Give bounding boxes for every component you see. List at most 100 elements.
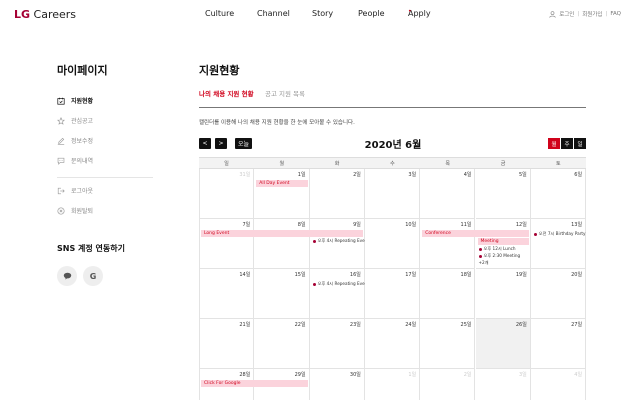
signup-link[interactable]: 회원가입 (582, 10, 602, 18)
calendar-day-cell[interactable]: 19일 (475, 269, 531, 319)
today-button[interactable]: 오늘 (235, 138, 252, 149)
calendar-day-cell[interactable]: 23일 (309, 319, 365, 369)
next-month-button[interactable]: > (215, 138, 227, 149)
view-day-button[interactable]: 일 (574, 138, 586, 149)
calendar-day-cell[interactable]: 31일 (199, 169, 255, 219)
day-number: 9일 (353, 222, 361, 228)
day-number: 2일 (463, 372, 472, 378)
day-number: 20일 (571, 272, 583, 278)
nav-story[interactable]: Story (312, 9, 333, 18)
calendar-day-cell[interactable]: 10일 (364, 219, 421, 269)
day-number: 14일 (239, 272, 251, 278)
calendar-day-cell[interactable]: 22일 (254, 319, 310, 369)
event-meeting[interactable]: Meeting (477, 238, 529, 245)
prev-month-button[interactable]: < (199, 138, 211, 149)
day-number: 1일 (297, 172, 306, 178)
calendar-day-cell[interactable]: 5일 (475, 169, 531, 219)
chat-bubble-icon (57, 157, 65, 165)
nav-people[interactable]: People (358, 9, 385, 18)
calendar-day-cell[interactable]: 4일 (420, 169, 476, 219)
day-number: 8일 (297, 222, 306, 228)
tab-job-list[interactable]: 공고 지원 목록 (265, 88, 305, 98)
event-long[interactable]: Long Event (201, 230, 363, 237)
calendar-day-cell[interactable]: 13일 (530, 219, 587, 269)
event-repeating[interactable]: 오후 4시 Repeating Eve (312, 281, 365, 287)
day-number: 16일 (349, 272, 361, 278)
day-number: 26일 (515, 322, 527, 328)
login-link[interactable]: 로그인 (559, 10, 574, 18)
day-number: 27일 (571, 322, 583, 328)
event-lunch[interactable]: 오후 12시 Lunch (478, 246, 516, 252)
day-number: 7일 (242, 222, 251, 228)
faq-link[interactable]: FAQ (610, 11, 621, 17)
sidebar-title: 마이페이지 (57, 64, 108, 77)
logout-icon (57, 187, 65, 194)
calendar-day-cell[interactable]: 11일 (420, 219, 476, 269)
day-number: 17일 (405, 272, 417, 278)
day-number: 19일 (515, 272, 527, 278)
nav-culture[interactable]: Culture (205, 9, 234, 18)
calendar-description: 캘린더를 이용해 나의 채용 지원 현황을 한 눈에 모아볼 수 있습니다. (199, 120, 355, 126)
event-conference[interactable]: Conference (422, 230, 529, 237)
tab-my-applications[interactable]: 나의 채용 지원 현황 (199, 88, 254, 98)
calendar-day-cell[interactable]: 15일 (254, 269, 310, 319)
event-birthday[interactable]: 오전 7시 Birthday Party (533, 231, 586, 237)
calendar-day-cell[interactable]: 6일 (530, 169, 587, 219)
nav-apply[interactable]: Apply • (408, 8, 431, 18)
pencil-icon (57, 137, 65, 145)
day-number: 15일 (294, 272, 306, 278)
calendar-day-cell[interactable]: 30일 (310, 369, 365, 400)
calendar-day-cell[interactable]: 25일 (420, 319, 476, 369)
calendar-day-cell[interactable]: 8일 (254, 219, 310, 269)
calendar-day-cell[interactable]: 17일 (364, 269, 421, 319)
sidebar-item-application-status[interactable]: 지원현황 (57, 96, 93, 105)
day-number: 2일 (353, 172, 361, 178)
calendar-day-cell[interactable]: 3일 (364, 169, 421, 219)
day-number: 13일 (571, 222, 583, 228)
calendar-day-cell[interactable]: 7일 (199, 219, 255, 269)
calendar-day-cell[interactable]: 27일 (530, 319, 587, 369)
event-dot-icon (478, 247, 482, 251)
calendar-day-cell[interactable]: 16일 (309, 269, 365, 319)
sidebar-item-interested-jobs[interactable]: 관심공고 (57, 116, 93, 125)
day-number: 21일 (239, 322, 251, 328)
calendar-day-cell[interactable]: 24일 (364, 319, 421, 369)
calendar-day-cell[interactable]: 1일 (365, 369, 421, 400)
calendar-day-cell[interactable]: 20일 (530, 269, 587, 319)
apply-new-dot: • (408, 8, 412, 15)
day-number: 23일 (349, 322, 361, 328)
view-month-button[interactable]: 월 (548, 138, 560, 149)
view-week-button[interactable]: 주 (561, 138, 573, 149)
calendar-day-cell[interactable]: 1일 (254, 169, 310, 219)
calendar-day-cell[interactable]: 3일 (476, 369, 531, 400)
calendar-day-cell[interactable]: 2일 (420, 369, 476, 400)
sidebar-item-edit-info[interactable]: 정보수정 (57, 136, 93, 145)
event-meeting-230[interactable]: 오후 2:30 Meeting (478, 253, 520, 259)
lg-careers-logo[interactable]: LG Careers (14, 8, 76, 21)
day-number: 28일 (239, 372, 251, 378)
person-icon (549, 10, 556, 18)
kakao-link-button[interactable] (57, 266, 77, 286)
calendar-day-cell[interactable]: 9일 (309, 219, 365, 269)
day-number: 11일 (460, 222, 472, 228)
header: LG Careers Culture Channel Story People … (0, 0, 635, 28)
sidebar-item-logout[interactable]: 로그아웃 (57, 186, 93, 195)
event-dot-icon (478, 254, 482, 258)
calendar-day-cell[interactable]: 18일 (420, 269, 476, 319)
calendar-day-cell[interactable]: 14일 (199, 269, 255, 319)
more-events-link[interactable]: +2개 (479, 260, 489, 266)
calendar-day-cell[interactable]: 21일 (199, 319, 255, 369)
event-repeating[interactable]: 오후 4시 Repeating Eve (312, 238, 365, 244)
calendar-day-cell[interactable]: 2일 (309, 169, 365, 219)
weekday-sun: 일 (224, 161, 229, 167)
day-number: 30일 (349, 372, 361, 378)
calendar-day-cell[interactable]: 26일 (475, 319, 531, 369)
event-all-day[interactable]: All Day Event (256, 180, 308, 187)
day-number: 18일 (460, 272, 472, 278)
event-click-for-google[interactable]: Click For Google (201, 380, 308, 387)
sidebar-item-withdraw[interactable]: 회원탈퇴 (57, 206, 93, 215)
google-link-button[interactable]: G (83, 266, 103, 286)
nav-channel[interactable]: Channel (257, 9, 290, 18)
calendar-day-cell[interactable]: 4일 (531, 369, 587, 400)
sidebar-item-inquiries[interactable]: 문의내역 (57, 156, 93, 165)
